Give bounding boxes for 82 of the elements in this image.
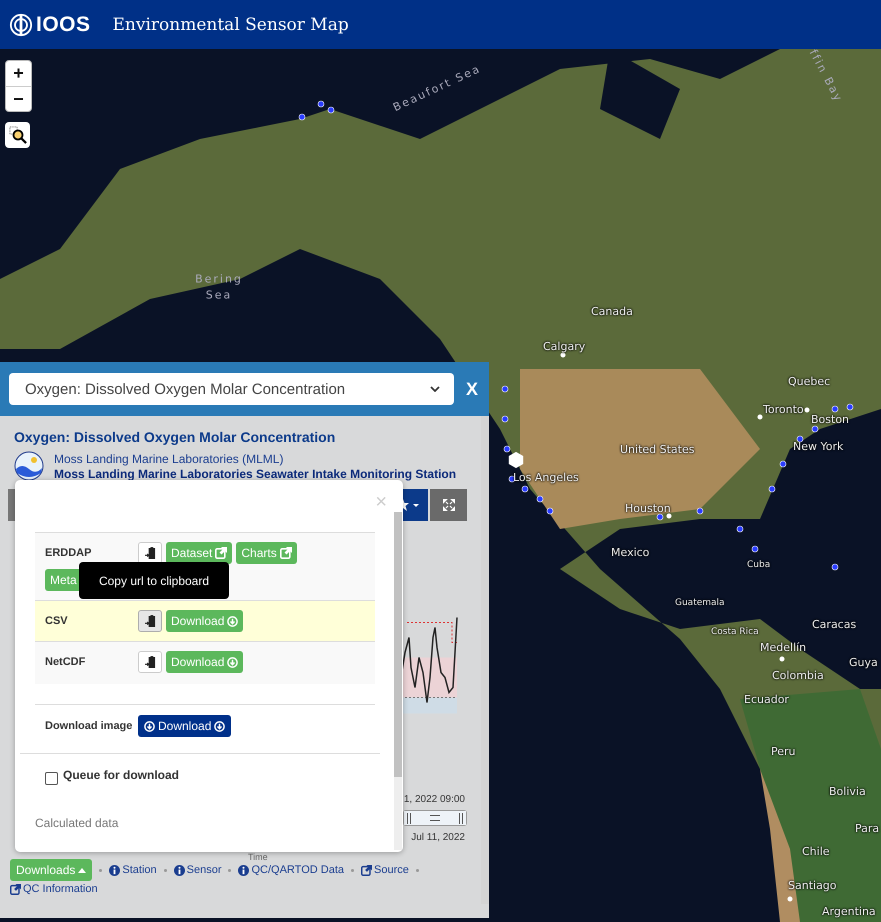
- map-label: United States: [620, 443, 694, 456]
- map-label: Para: [855, 822, 880, 835]
- copy-url-button[interactable]: [138, 610, 162, 632]
- slider-handle-icon[interactable]: [459, 812, 463, 824]
- map-label: Medellín: [760, 641, 806, 654]
- copy-url-button[interactable]: [138, 651, 162, 673]
- map-label: Boston: [811, 413, 850, 426]
- map-label: Bering: [195, 272, 243, 286]
- date-label: Jul 11, 2022: [410, 832, 466, 843]
- clipboard-icon: [144, 656, 156, 668]
- info-link[interactable]: QC/QARTOD Data: [238, 864, 344, 876]
- external-link-icon: [215, 547, 228, 559]
- close-button[interactable]: X: [466, 378, 478, 400]
- time-label: 1, 2022 09:00: [402, 794, 466, 805]
- axis-label: Time: [247, 852, 269, 862]
- info-icon: [109, 864, 120, 876]
- external-link-icon: [10, 884, 21, 894]
- time-range-slider[interactable]: [403, 810, 467, 826]
- info-icon: [174, 864, 185, 876]
- organization-logo-icon: [14, 451, 44, 481]
- zoom-in-button[interactable]: +: [6, 61, 31, 86]
- map-label: Toronto: [763, 403, 804, 416]
- map-label: Quebec: [788, 375, 830, 388]
- station-link[interactable]: Moss Landing Marine Laboratories Seawater Intake Monitoring Station: [54, 466, 456, 480]
- chevron-down-icon: [430, 386, 440, 392]
- map-label: Guatemala: [675, 598, 725, 608]
- expand-icon: [442, 499, 455, 511]
- map-label: Peru: [771, 745, 796, 758]
- download-icon: [227, 616, 238, 626]
- magnifier-icon: [8, 126, 26, 144]
- app-title: Environmental Sensor Map: [112, 14, 349, 34]
- map-label: Guya: [849, 656, 878, 669]
- download-icon: [227, 656, 238, 668]
- info-link[interactable]: Station: [109, 864, 157, 876]
- external-link-icon: [361, 864, 372, 876]
- queue-checkbox[interactable]: [45, 772, 58, 785]
- logo-text: IOOS: [36, 12, 91, 36]
- box-zoom-button[interactable]: [5, 122, 30, 148]
- map-label: Mexico: [611, 546, 650, 559]
- tooltip: Copy url to clipboard: [79, 562, 229, 599]
- clipboard-icon: [144, 546, 156, 560]
- map-label: Costa Rica: [711, 627, 759, 637]
- map-label: Argentina: [822, 905, 876, 918]
- map-label: New York: [793, 440, 844, 453]
- row-label: CSV: [45, 614, 69, 629]
- map-label: Caracas: [812, 618, 856, 631]
- map-label: Chile: [802, 845, 830, 858]
- copy-url-button[interactable]: [138, 542, 162, 564]
- info-icon: [238, 864, 250, 876]
- scrollbar[interactable]: [481, 416, 489, 904]
- clipboard-icon: [144, 614, 156, 628]
- map-label: Colombia: [772, 669, 824, 682]
- row-label: ERDDAP: [45, 546, 92, 561]
- caret-up-icon: [78, 868, 86, 872]
- info-link[interactable]: Source: [361, 864, 409, 876]
- map-label: Canada: [591, 305, 633, 318]
- parameter-select[interactable]: Oxygen: Dissolved Oxygen Molar Concentration: [9, 373, 454, 405]
- slider-drag-icon[interactable]: [430, 815, 440, 821]
- download-icon: [214, 720, 226, 732]
- map-label: Ecuador: [744, 693, 789, 706]
- row-label: Download image: [45, 719, 134, 734]
- info-link[interactable]: QC Information: [10, 883, 98, 895]
- scrollbar[interactable]: [394, 512, 402, 850]
- checkbox-label: Queue for download: [63, 768, 179, 782]
- map-label: Calgary: [543, 340, 586, 353]
- globe-logo-icon: [9, 12, 33, 36]
- map-label: Sea: [206, 288, 232, 302]
- slider-handle-icon[interactable]: [407, 812, 411, 824]
- map-label: Cuba: [747, 560, 770, 570]
- external-link-icon: [280, 547, 292, 559]
- organization-link[interactable]: Moss Landing Marine Laboratories (MLML): [54, 452, 456, 466]
- section-label: Calculated data: [35, 816, 120, 830]
- parameter-title: Oxygen: Dissolved Oxygen Molar Concentration: [14, 429, 336, 445]
- download-image-button[interactable]: Download: [138, 715, 232, 737]
- selected-station-marker-icon[interactable]: [507, 451, 525, 469]
- map-label: Bolivia: [829, 785, 866, 798]
- download-icon: [144, 720, 155, 732]
- row-label: NetCDF: [45, 655, 86, 670]
- info-link[interactable]: Sensor: [174, 864, 222, 876]
- map-label: Houston: [625, 502, 671, 515]
- fullscreen-button[interactable]: [430, 489, 467, 521]
- zoom-out-button[interactable]: −: [6, 86, 31, 111]
